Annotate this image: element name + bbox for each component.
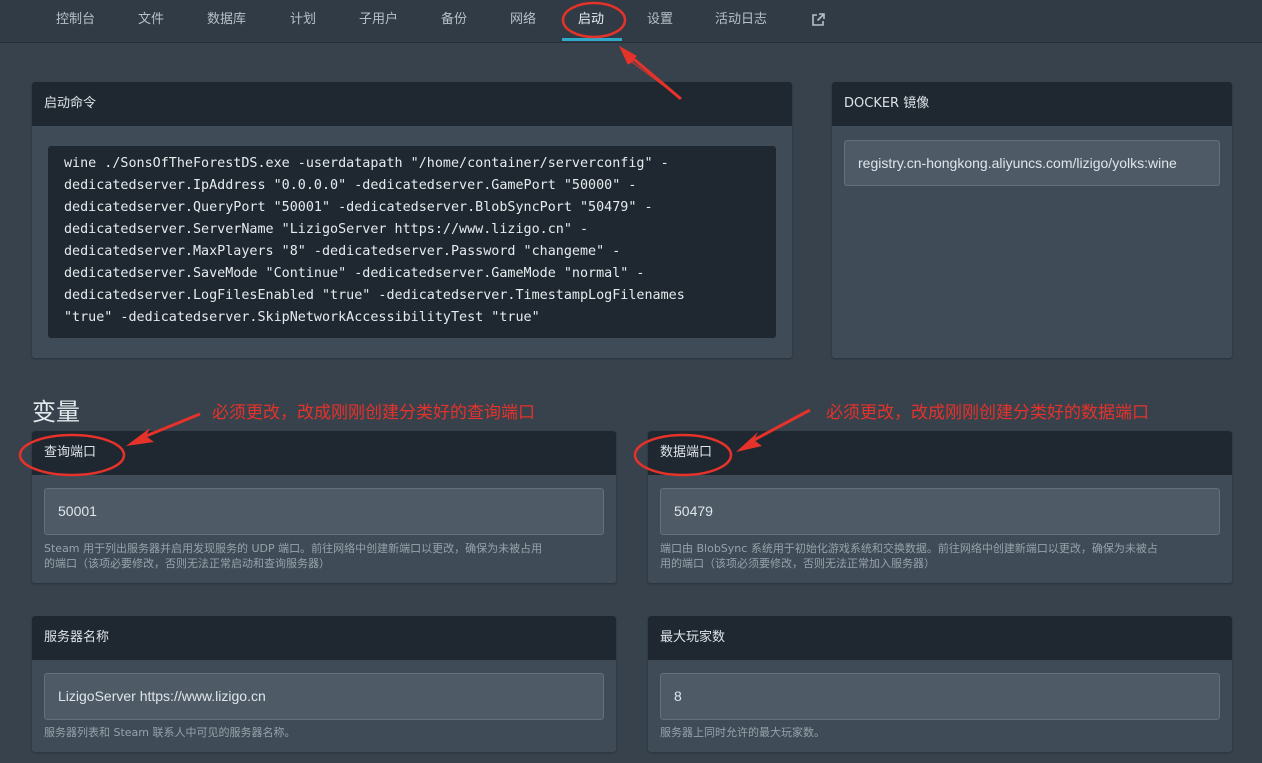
tab-databases[interactable]: 数据库: [207, 0, 246, 42]
data-port-input[interactable]: 50479: [660, 488, 1220, 535]
tab-activity-log[interactable]: 活动日志: [715, 0, 767, 42]
variable-data-port: 数据端口 50479 端口由 BlobSync 系统用于初始化游戏系统和交换数据…: [648, 431, 1232, 583]
startup-command-panel: 启动命令 wine ./SonsOfTheForestDS.exe -userd…: [32, 82, 792, 358]
description-line: 服务器列表和 Steam 联系人中可见的服务器名称。: [44, 726, 296, 739]
max-players-label: 最大玩家数: [648, 616, 1232, 660]
description-line: 的端口（该项必要修改，否则无法正常启动和查询服务器）: [44, 557, 330, 570]
command-line: dedicatedserver.LogFilesEnabled "true" -…: [64, 288, 685, 303]
active-tab-indicator: [562, 38, 622, 41]
command-line: dedicatedserver.MaxPlayers "8" -dedicate…: [64, 244, 621, 259]
tab-console[interactable]: 控制台: [56, 0, 95, 42]
command-line: dedicatedserver.SaveMode "Continue" -ded…: [64, 266, 645, 281]
query-port-description: Steam 用于列出服务器并启用发现服务的 UDP 端口。前往网络中创建新端口以…: [44, 541, 604, 571]
tab-backups[interactable]: 备份: [441, 0, 467, 42]
startup-command-box: wine ./SonsOfTheForestDS.exe -userdatapa…: [48, 146, 776, 338]
description-line: 端口由 BlobSync 系统用于初始化游戏系统和交换数据。前往网络中创建新端口…: [660, 542, 1158, 555]
description-line: 服务器上同时允许的最大玩家数。: [660, 726, 825, 739]
server-name-label: 服务器名称: [32, 616, 616, 660]
docker-image-panel: DOCKER 镜像 registry.cn-hongkong.aliyuncs.…: [832, 82, 1232, 358]
server-name-input[interactable]: LizigoServer https://www.lizigo.cn: [44, 673, 604, 720]
query-port-input[interactable]: 50001: [44, 488, 604, 535]
server-name-description: 服务器列表和 Steam 联系人中可见的服务器名称。: [44, 725, 604, 740]
command-line: "true" -dedicatedserver.SkipNetworkAcces…: [64, 310, 540, 325]
external-link-icon[interactable]: [810, 12, 826, 28]
data-port-label: 数据端口: [648, 431, 1232, 475]
variable-max-players: 最大玩家数 8 服务器上同时允许的最大玩家数。: [648, 616, 1232, 752]
tab-settings[interactable]: 设置: [647, 0, 673, 42]
tab-startup[interactable]: 启动: [578, 0, 604, 42]
variable-server-name: 服务器名称 LizigoServer https://www.lizigo.cn…: [32, 616, 616, 752]
tab-network[interactable]: 网络: [510, 0, 536, 42]
command-line: dedicatedserver.QueryPort "50001" -dedic…: [64, 200, 653, 215]
docker-image-select[interactable]: registry.cn-hongkong.aliyuncs.com/lizigo…: [844, 140, 1220, 186]
max-players-input[interactable]: 8: [660, 673, 1220, 720]
description-line: Steam 用于列出服务器并启用发现服务的 UDP 端口。前往网络中创建新端口以…: [44, 542, 543, 555]
command-line: dedicatedserver.IpAddress "0.0.0.0" -ded…: [64, 178, 637, 193]
tab-subusers[interactable]: 子用户: [359, 0, 398, 42]
variable-query-port: 查询端口 50001 Steam 用于列出服务器并启用发现服务的 UDP 端口。…: [32, 431, 616, 583]
docker-image-title: DOCKER 镜像: [832, 82, 1232, 126]
variables-title: 变量: [32, 398, 80, 426]
tab-files[interactable]: 文件: [138, 0, 164, 42]
max-players-description: 服务器上同时允许的最大玩家数。: [660, 725, 1220, 740]
command-line: wine ./SonsOfTheForestDS.exe -userdatapa…: [64, 156, 669, 171]
query-port-label: 查询端口: [32, 431, 616, 475]
query-port-annotation: 必须更改，改成刚刚创建分类好的查询端口: [212, 403, 535, 423]
command-line: dedicatedserver.ServerName "LizigoServer…: [64, 222, 589, 237]
tab-schedules[interactable]: 计划: [290, 0, 316, 42]
data-port-description: 端口由 BlobSync 系统用于初始化游戏系统和交换数据。前往网络中创建新端口…: [660, 541, 1220, 571]
data-port-annotation: 必须更改，改成刚刚创建分类好的数据端口: [826, 403, 1149, 423]
startup-command-title: 启动命令: [32, 82, 792, 126]
top-nav: 控制台 文件 数据库 计划 子用户 备份 网络 启动 设置 活动日志: [0, 0, 1262, 43]
description-line: 用的端口（该项必须要修改，否则无法正常加入服务器）: [660, 557, 935, 570]
